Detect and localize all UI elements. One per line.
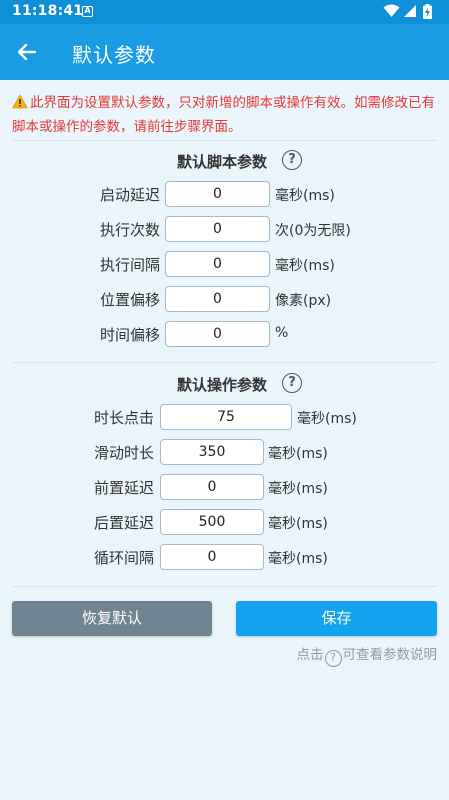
click-duration-unit: 毫秒(ms) <box>297 411 357 427</box>
help-hint: 点击? 可查看参数说明 <box>296 643 438 667</box>
exec-interval-unit: 毫秒(ms) <box>275 258 335 274</box>
repeat-count-label: 执行次数 <box>99 221 160 239</box>
question-circle-icon: ? <box>324 650 342 667</box>
click-duration-input[interactable]: 75 <box>160 404 292 430</box>
swipe-duration-input[interactable]: 350 <box>160 439 264 465</box>
time-offset-input[interactable]: 0 <box>165 321 270 347</box>
position-offset-input[interactable]: 0 <box>165 286 270 312</box>
position-offset-unit: 像素(px) <box>275 293 332 309</box>
swipe-duration-unit: 毫秒(ms) <box>268 446 328 462</box>
swipe-duration-label: 滑动时长 <box>93 444 154 462</box>
wifi-icon <box>383 4 400 17</box>
signal-icon <box>404 5 416 17</box>
status-time: 11:18:41 <box>12 3 84 19</box>
notification-app-icon: A <box>82 6 93 17</box>
status-bar: 11:18:41 A <box>0 0 449 24</box>
repeat-count-unit: 次(0为无限) <box>275 223 351 239</box>
click-duration-label: 时长点击 <box>93 409 154 427</box>
time-offset-label: 时间偏移 <box>99 326 160 344</box>
hint-text-after: 可查看参数说明 <box>342 647 438 663</box>
pre-delay-unit: 毫秒(ms) <box>268 481 328 497</box>
pre-delay-input[interactable]: 0 <box>160 474 264 500</box>
save-button[interactable]: 保存 <box>236 601 437 636</box>
divider <box>12 362 437 363</box>
loop-interval-unit: 毫秒(ms) <box>268 551 328 567</box>
start-delay-unit: 毫秒(ms) <box>275 188 335 204</box>
arrow-left-icon <box>17 43 37 61</box>
start-delay-label: 启动延迟 <box>99 186 160 204</box>
start-delay-input[interactable]: 0 <box>165 181 270 207</box>
warning-message: 此界面为设置默认参数，只对新增的脚本或操作有效。如需修改已有脚本或操作的参数，请… <box>12 92 440 138</box>
hint-text-before: 点击 <box>296 647 324 663</box>
section-title-script: 默认脚本参数 <box>177 153 268 171</box>
pre-delay-label: 前置延迟 <box>93 479 154 497</box>
post-delay-unit: 毫秒(ms) <box>268 516 328 532</box>
action-params-help-icon[interactable]: ? <box>282 373 302 393</box>
exec-interval-input[interactable]: 0 <box>165 251 270 277</box>
position-offset-label: 位置偏移 <box>99 291 160 309</box>
back-button[interactable] <box>12 38 42 66</box>
page-title: 默认参数 <box>72 43 156 67</box>
post-delay-input[interactable]: 500 <box>160 509 264 535</box>
loop-interval-label: 循环间隔 <box>93 549 154 567</box>
divider <box>12 140 437 141</box>
time-offset-unit: % <box>275 325 289 341</box>
battery-charging-icon <box>423 4 432 19</box>
app-bar: 默认参数 <box>0 24 449 80</box>
warning-text: 此界面为设置默认参数，只对新增的脚本或操作有效。如需修改已有脚本或操作的参数，请… <box>12 95 435 135</box>
exec-interval-label: 执行间隔 <box>99 256 160 274</box>
repeat-count-input[interactable]: 0 <box>165 216 270 242</box>
loop-interval-input[interactable]: 0 <box>160 544 264 570</box>
divider <box>12 586 437 587</box>
section-title-action: 默认操作参数 <box>177 376 268 394</box>
reset-defaults-button[interactable]: 恢复默认 <box>12 601 212 636</box>
script-params-help-icon[interactable]: ? <box>282 150 302 170</box>
post-delay-label: 后置延迟 <box>93 514 154 532</box>
warning-triangle-icon <box>12 94 30 116</box>
